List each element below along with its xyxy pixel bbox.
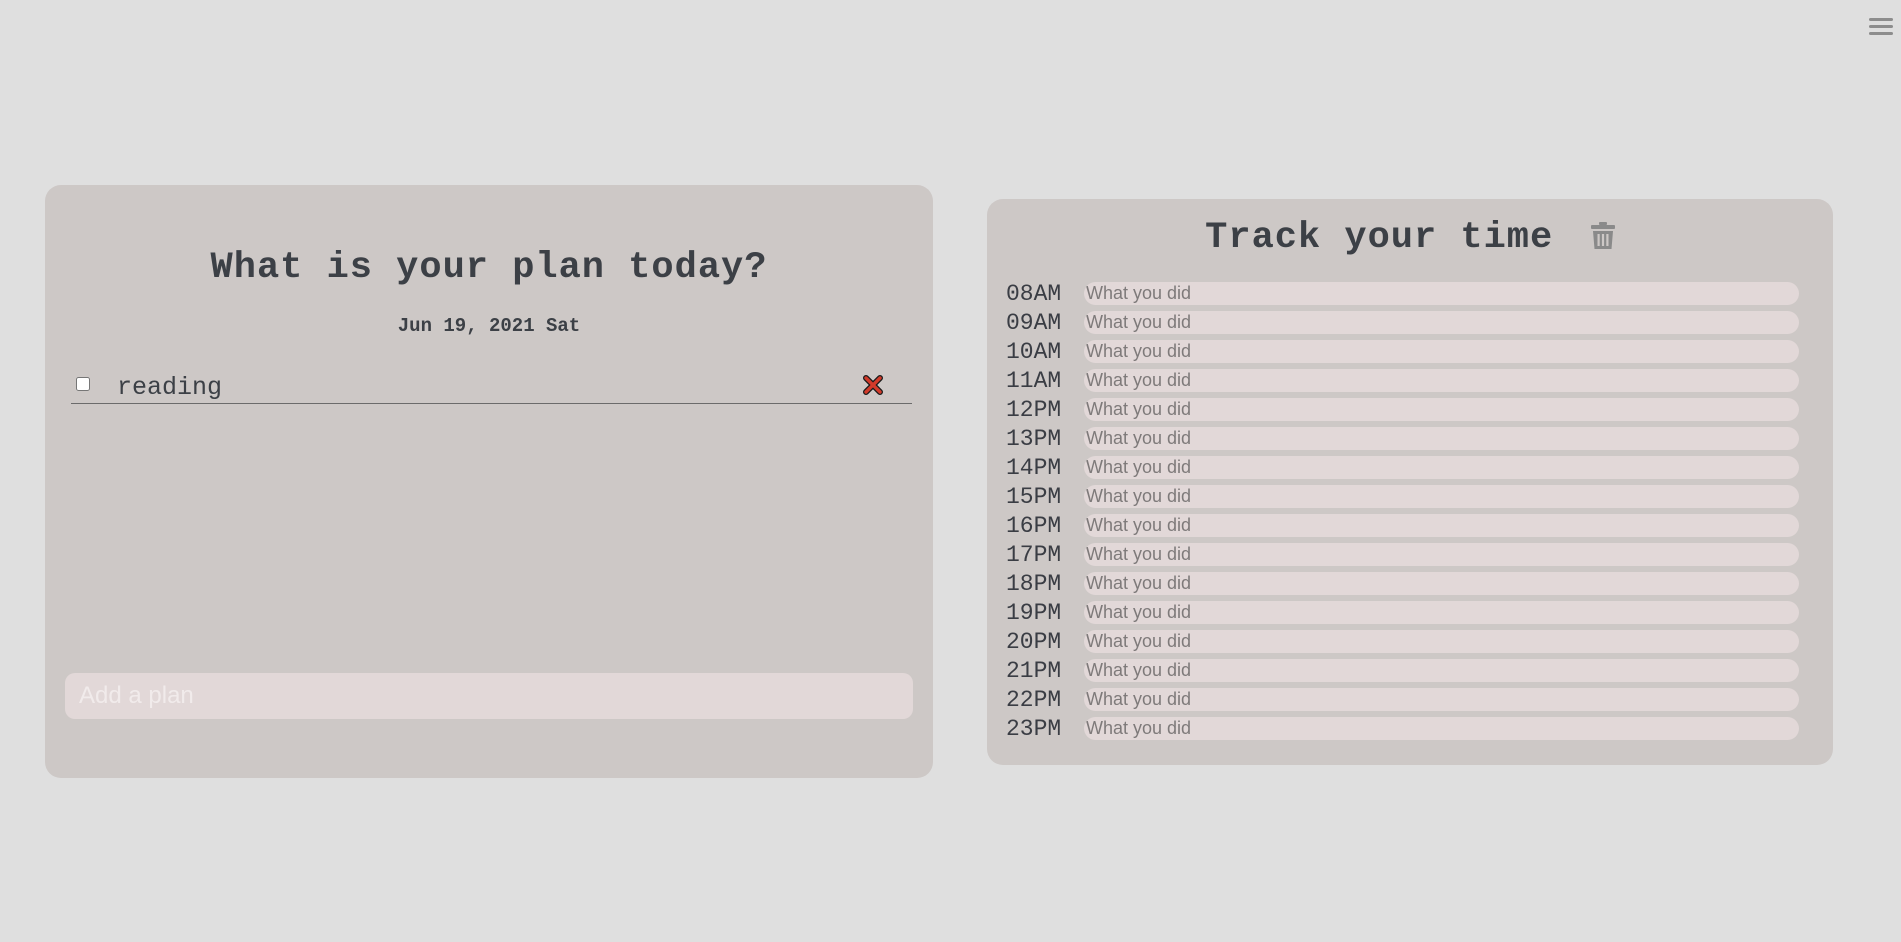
add-plan-input[interactable] bbox=[65, 673, 913, 719]
time-label: 19PM bbox=[1006, 600, 1062, 626]
time-entry-input[interactable] bbox=[1084, 630, 1799, 653]
time-row: 10AM bbox=[1006, 338, 1806, 367]
track-header: Track your time bbox=[987, 217, 1833, 259]
time-row: 19PM bbox=[1006, 599, 1806, 628]
time-entry-input[interactable] bbox=[1084, 659, 1799, 682]
time-row: 12PM bbox=[1006, 396, 1806, 425]
time-row: 14PM bbox=[1006, 454, 1806, 483]
time-label: 08AM bbox=[1006, 281, 1062, 307]
time-entry-input[interactable] bbox=[1084, 572, 1799, 595]
time-entry-input[interactable] bbox=[1084, 543, 1799, 566]
time-entry-input[interactable] bbox=[1084, 717, 1799, 740]
todo-checkbox[interactable] bbox=[76, 377, 90, 391]
time-label: 20PM bbox=[1006, 629, 1062, 655]
time-label: 10AM bbox=[1006, 339, 1062, 365]
time-row: 20PM bbox=[1006, 628, 1806, 657]
time-label: 16PM bbox=[1006, 513, 1062, 539]
time-label: 17PM bbox=[1006, 542, 1062, 568]
time-entry-input[interactable] bbox=[1084, 282, 1799, 305]
hamburger-menu-icon[interactable] bbox=[1869, 14, 1893, 38]
track-panel: Track your time 08AM 09AM 10AM 11AM bbox=[987, 199, 1833, 765]
time-row: 13PM bbox=[1006, 425, 1806, 454]
plan-title: What is your plan today? bbox=[210, 247, 768, 289]
time-list: 08AM 09AM 10AM 11AM 12PM 13PM 14PM 15PM bbox=[1006, 280, 1806, 744]
time-label: 18PM bbox=[1006, 571, 1062, 597]
red-x-icon[interactable] bbox=[863, 375, 883, 395]
time-row: 09AM bbox=[1006, 309, 1806, 338]
plan-panel: What is your plan today? Jun 19, 2021 Sa… bbox=[45, 185, 933, 778]
todo-item: reading bbox=[71, 363, 912, 404]
time-entry-input[interactable] bbox=[1084, 427, 1799, 450]
time-row: 22PM bbox=[1006, 686, 1806, 715]
time-entry-input[interactable] bbox=[1084, 340, 1799, 363]
plan-date: Jun 19, 2021 Sat bbox=[397, 315, 581, 337]
track-title: Track your time bbox=[1205, 217, 1554, 259]
time-row: 16PM bbox=[1006, 512, 1806, 541]
time-row: 21PM bbox=[1006, 657, 1806, 686]
time-label: 12PM bbox=[1006, 397, 1062, 423]
time-row: 15PM bbox=[1006, 483, 1806, 512]
time-entry-input[interactable] bbox=[1084, 311, 1799, 334]
trash-icon[interactable] bbox=[1590, 221, 1615, 255]
time-label: 21PM bbox=[1006, 658, 1062, 684]
time-label: 09AM bbox=[1006, 310, 1062, 336]
time-row: 23PM bbox=[1006, 715, 1806, 744]
time-label: 13PM bbox=[1006, 426, 1062, 452]
time-entry-input[interactable] bbox=[1084, 485, 1799, 508]
time-entry-input[interactable] bbox=[1084, 369, 1799, 392]
time-entry-input[interactable] bbox=[1084, 688, 1799, 711]
time-entry-input[interactable] bbox=[1084, 398, 1799, 421]
time-row: 11AM bbox=[1006, 367, 1806, 396]
time-label: 23PM bbox=[1006, 716, 1062, 742]
time-row: 17PM bbox=[1006, 541, 1806, 570]
time-label: 14PM bbox=[1006, 455, 1062, 481]
time-label: 22PM bbox=[1006, 687, 1062, 713]
time-row: 18PM bbox=[1006, 570, 1806, 599]
time-entry-input[interactable] bbox=[1084, 456, 1799, 479]
todo-text: reading bbox=[117, 373, 223, 402]
time-label: 11AM bbox=[1006, 368, 1062, 394]
time-row: 08AM bbox=[1006, 280, 1806, 309]
time-entry-input[interactable] bbox=[1084, 514, 1799, 537]
time-label: 15PM bbox=[1006, 484, 1062, 510]
todo-list: reading bbox=[71, 363, 912, 404]
time-entry-input[interactable] bbox=[1084, 601, 1799, 624]
